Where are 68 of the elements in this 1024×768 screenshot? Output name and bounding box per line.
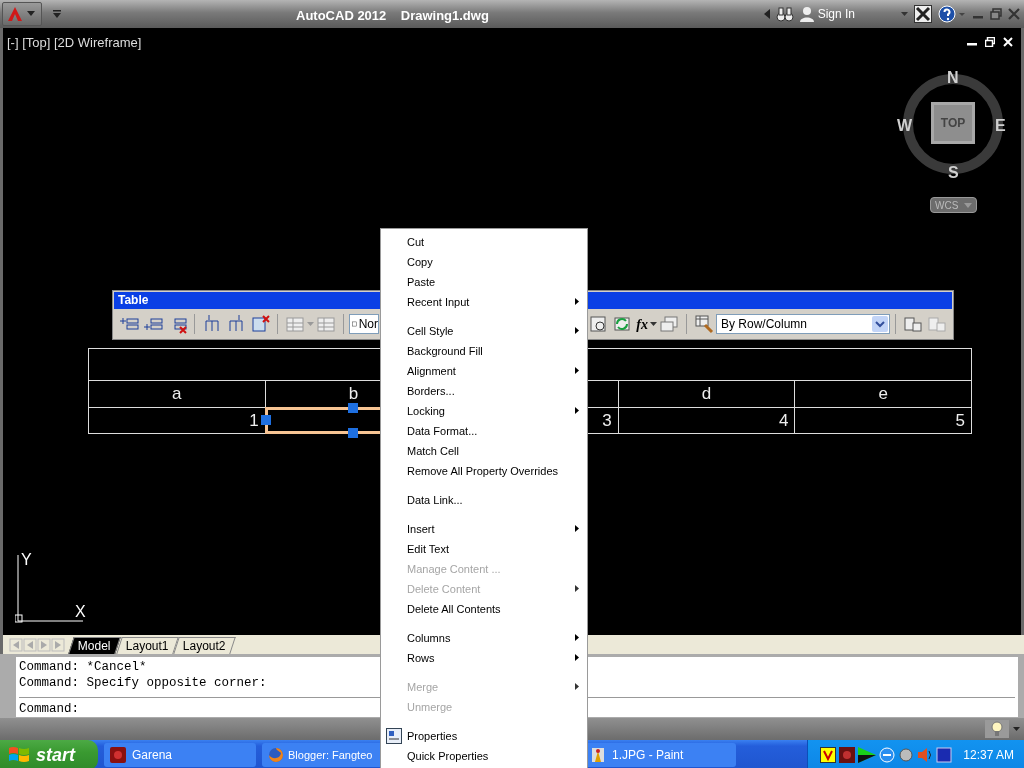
checkbox-icon [352, 319, 357, 329]
layout-tab[interactable]: Layout2 [173, 637, 236, 654]
menu-item[interactable]: Properties [383, 726, 585, 746]
menu-item[interactable]: Paste [383, 272, 585, 292]
binoculars-icon[interactable] [775, 6, 794, 22]
menu-item[interactable]: Cut [383, 232, 585, 252]
dropdown-icon[interactable] [650, 321, 657, 327]
cell-style-dropdown[interactable]: Nor [349, 314, 379, 334]
menu-item[interactable]: Data Link... [383, 490, 585, 510]
left-arrow-icon[interactable] [763, 9, 770, 19]
ucs-axes-icon [15, 553, 85, 623]
menu-item[interactable]: Columns [383, 628, 585, 648]
table-cell[interactable]: d [618, 380, 795, 407]
menu-item[interactable]: Insert [383, 519, 585, 539]
app-icon [110, 747, 126, 763]
menu-item[interactable]: Data Format... [383, 421, 585, 441]
menu-item[interactable]: Recent Input [383, 292, 585, 312]
match-cell-icon[interactable] [692, 313, 716, 335]
help-icon[interactable] [938, 5, 966, 23]
menu-item[interactable]: Copy [383, 252, 585, 272]
clock-text: 12:37 AM [963, 747, 1014, 764]
compass-label[interactable]: W [897, 114, 913, 138]
dropdown-icon[interactable] [1013, 726, 1020, 732]
sign-in-button[interactable]: Sign In [799, 5, 855, 23]
command-history-line: Command: *Cancel* [19, 659, 147, 675]
menu-item[interactable]: Background Fill [383, 341, 585, 361]
axis-label: Y [21, 550, 32, 570]
properties-icon [386, 728, 402, 744]
caret-icon [964, 202, 973, 208]
compass-label[interactable]: N [947, 66, 959, 90]
menu-item[interactable]: Rows [383, 648, 585, 668]
menu-item[interactable]: Match Cell [383, 441, 585, 461]
dropdown-icon[interactable] [52, 9, 62, 19]
compass-label[interactable]: S [948, 161, 959, 185]
match-mode-dropdown[interactable]: By Row/Column [716, 314, 890, 334]
start-button[interactable]: start [0, 740, 98, 768]
viewport-label[interactable]: [-] [Top] [2D Wireframe] [7, 33, 142, 53]
windows-flag-icon [8, 745, 30, 765]
tray-app-icon[interactable] [820, 747, 837, 763]
taskbar-button[interactable]: Garena [104, 743, 256, 767]
axis-label: X [75, 602, 86, 622]
menu-item[interactable]: Remove All Property Overrides [383, 461, 585, 481]
menu-item[interactable]: Delete All Contents [383, 599, 585, 619]
caret-icon [27, 11, 35, 17]
menu-item[interactable]: Edit Text [383, 539, 585, 559]
globe-icon [268, 747, 284, 763]
volume-icon[interactable] [917, 747, 934, 763]
application-menu-button[interactable] [2, 2, 42, 26]
table-cell[interactable]: a [88, 380, 266, 407]
compass-label[interactable]: E [995, 114, 1006, 138]
person-icon [799, 6, 814, 22]
formula-button[interactable]: fx [634, 313, 650, 335]
restore-icon[interactable] [985, 37, 995, 47]
exchange-icon[interactable] [914, 5, 932, 23]
layout-tab[interactable]: Model [68, 637, 121, 654]
table-cell[interactable]: e [794, 380, 972, 407]
lightbulb-icon[interactable] [985, 720, 1009, 738]
play-icon[interactable] [858, 747, 877, 763]
table-cell[interactable]: 5 [794, 407, 972, 434]
chevron-down-icon [872, 316, 888, 332]
table-cell[interactable]: 4 [618, 407, 795, 434]
menu-item[interactable]: Alignment [383, 361, 585, 381]
logo [6, 5, 24, 23]
menu-item[interactable]: Cell Style [383, 321, 585, 341]
layout-tab[interactable]: Layout1 [115, 637, 179, 654]
paint-icon [590, 747, 606, 763]
command-history-line: Command: Specify opposite corner: [19, 675, 267, 691]
window-title: AutoCAD 2012 Drawing1.dwg [296, 7, 489, 25]
